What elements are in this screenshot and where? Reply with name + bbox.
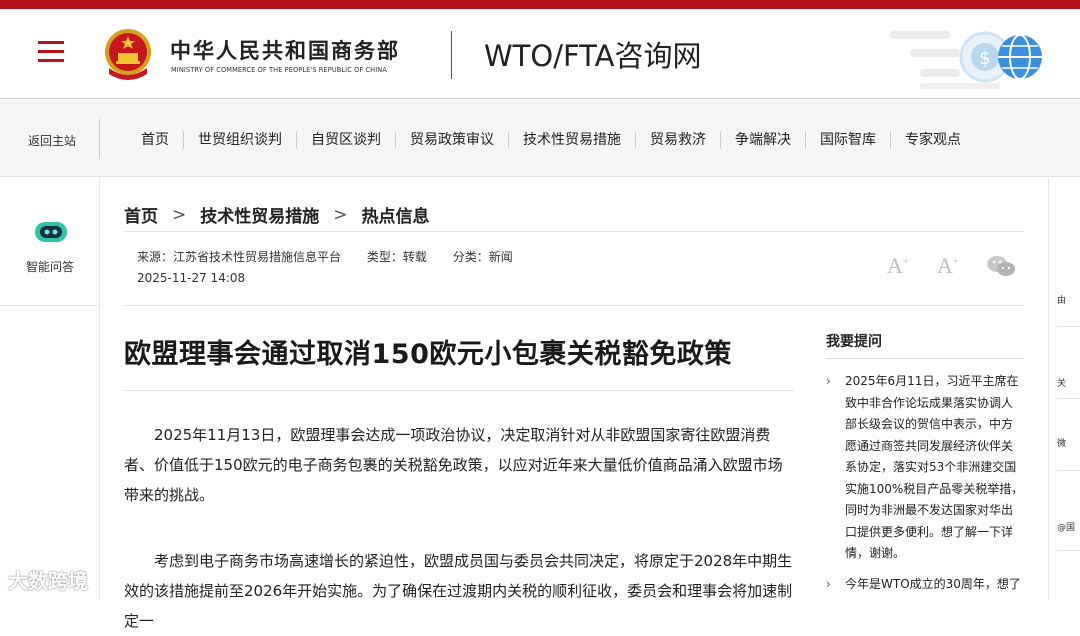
header-divider [451, 31, 452, 79]
right-strip-divider [1057, 326, 1080, 327]
globe-dollar-icon: $ [890, 31, 1042, 89]
left-panel: 智能问答 [0, 178, 100, 600]
right-strip-divider [1057, 550, 1080, 551]
breadcrumb-separator: > [172, 204, 187, 225]
ministry-name-cn: 中华人民共和国商务部 [170, 39, 400, 63]
right-strip-item[interactable]: @国 [1057, 520, 1080, 533]
meta-type: 类型：转载 [366, 250, 427, 264]
font-smaller-label: A [937, 253, 953, 278]
site-header: 中华人民共和国商务部 MINISTRY OF COMMERCE OF THE P… [0, 9, 1080, 99]
article-paragraph: 2025年11月13日，欧盟理事会达成一项政治协议，决定取消针对从非欧盟国家寄往… [124, 426, 783, 504]
right-strip-item[interactable]: 由 [1057, 293, 1080, 306]
svg-text:$: $ [979, 48, 990, 69]
watermark: 大数跨境 [8, 569, 88, 593]
ai-assistant-button[interactable]: 智能问答 [0, 178, 100, 306]
font-larger-button[interactable]: A+ [887, 253, 909, 279]
font-smaller-button[interactable]: A+ [937, 253, 959, 279]
right-strip-item[interactable]: 关 [1057, 376, 1080, 389]
nav-item-home[interactable]: 首页 [127, 131, 184, 149]
nav-item-wto-negotiation[interactable]: 世贸组织谈判 [184, 131, 297, 149]
font-larger-label: A [887, 253, 903, 278]
right-strip-item[interactable]: 微 [1057, 436, 1080, 449]
nav-divider [99, 119, 100, 159]
breadcrumb: 首页 > 技术性贸易措施 > 热点信息 [124, 202, 430, 228]
sidebar-heading: 我要提问 [826, 334, 882, 350]
back-home-link[interactable]: 返回主站 [28, 132, 76, 149]
article-paragraph: 考虑到电子商务市场高速增长的紧迫性，欧盟成员国与委员会共同决定，将原定于2028… [124, 552, 793, 630]
question-text: 今年是WTO成立的30周年，想了 [845, 577, 1021, 591]
nav-item-trade-remedy[interactable]: 贸易救济 [636, 131, 721, 149]
chevron-right-icon: › [826, 374, 831, 388]
breadcrumb-separator: > [333, 204, 348, 225]
right-strip-divider [1057, 470, 1080, 471]
meta-category: 分类：新闻 [452, 250, 513, 264]
right-strip-divider [1057, 398, 1080, 399]
national-emblem-icon [105, 29, 151, 80]
menu-icon[interactable] [38, 41, 64, 63]
breadcrumb-hot-news[interactable]: 热点信息 [362, 202, 430, 227]
nav-item-trade-policy-review[interactable]: 贸易政策审议 [396, 131, 509, 149]
title-rule [124, 390, 794, 391]
ministry-name-en: MINISTRY OF COMMERCE OF THE PEOPLE'S REP… [171, 66, 387, 74]
question-item[interactable]: › 今年是WTO成立的30周年，想了 [826, 574, 1024, 596]
main-nav: 返回主站 首页 世贸组织谈判 自贸区谈判 贸易政策审议 技术性贸易措施 贸易救济… [0, 100, 1080, 177]
chatbot-icon [35, 222, 67, 242]
sidebar-rule [826, 358, 1024, 359]
article-title: 欧盟理事会通过取消150欧元小包裹关税豁免政策 [124, 339, 732, 370]
nav-item-expert-views[interactable]: 专家观点 [891, 131, 975, 149]
question-item[interactable]: › 2025年6月11日，习近平主席在致中非合作论坛成果落实协调人部长级会议的贺… [826, 371, 1024, 565]
article-meta: 来源：江苏省技术性贸易措施信息平台 类型：转载 分类：新闻 [137, 248, 535, 265]
chevron-right-icon: › [826, 577, 831, 591]
meta-source: 来源：江苏省技术性贸易措施信息平台 [137, 250, 342, 264]
wechat-icon[interactable] [986, 254, 1016, 278]
nav-item-tbt-measures[interactable]: 技术性贸易措施 [509, 131, 636, 149]
meta-rule [124, 305, 1024, 306]
ai-assistant-label: 智能问答 [25, 260, 74, 274]
right-float-strip: 由 关 微 @国 [1048, 178, 1080, 600]
nav-menu: 首页 世贸组织谈判 自贸区谈判 贸易政策审议 技术性贸易措施 贸易救济 争端解决… [127, 131, 975, 149]
top-accent-bar [0, 0, 1080, 9]
site-title[interactable]: WTO/FTA咨询网 [484, 33, 701, 75]
nav-item-fta-negotiation[interactable]: 自贸区谈判 [297, 131, 396, 149]
nav-item-think-tank[interactable]: 国际智库 [806, 131, 891, 149]
breadcrumb-home[interactable]: 首页 [124, 202, 158, 227]
question-text: 2025年6月11日，习近平主席在致中非合作论坛成果落实协调人部长级会议的贺信中… [845, 374, 1024, 560]
breadcrumb-rule [124, 231, 1024, 232]
meta-date: 2025-11-27 14:08 [137, 271, 246, 285]
breadcrumb-tbt[interactable]: 技术性贸易措施 [200, 202, 319, 227]
nav-item-dispute-settlement[interactable]: 争端解决 [721, 131, 806, 149]
